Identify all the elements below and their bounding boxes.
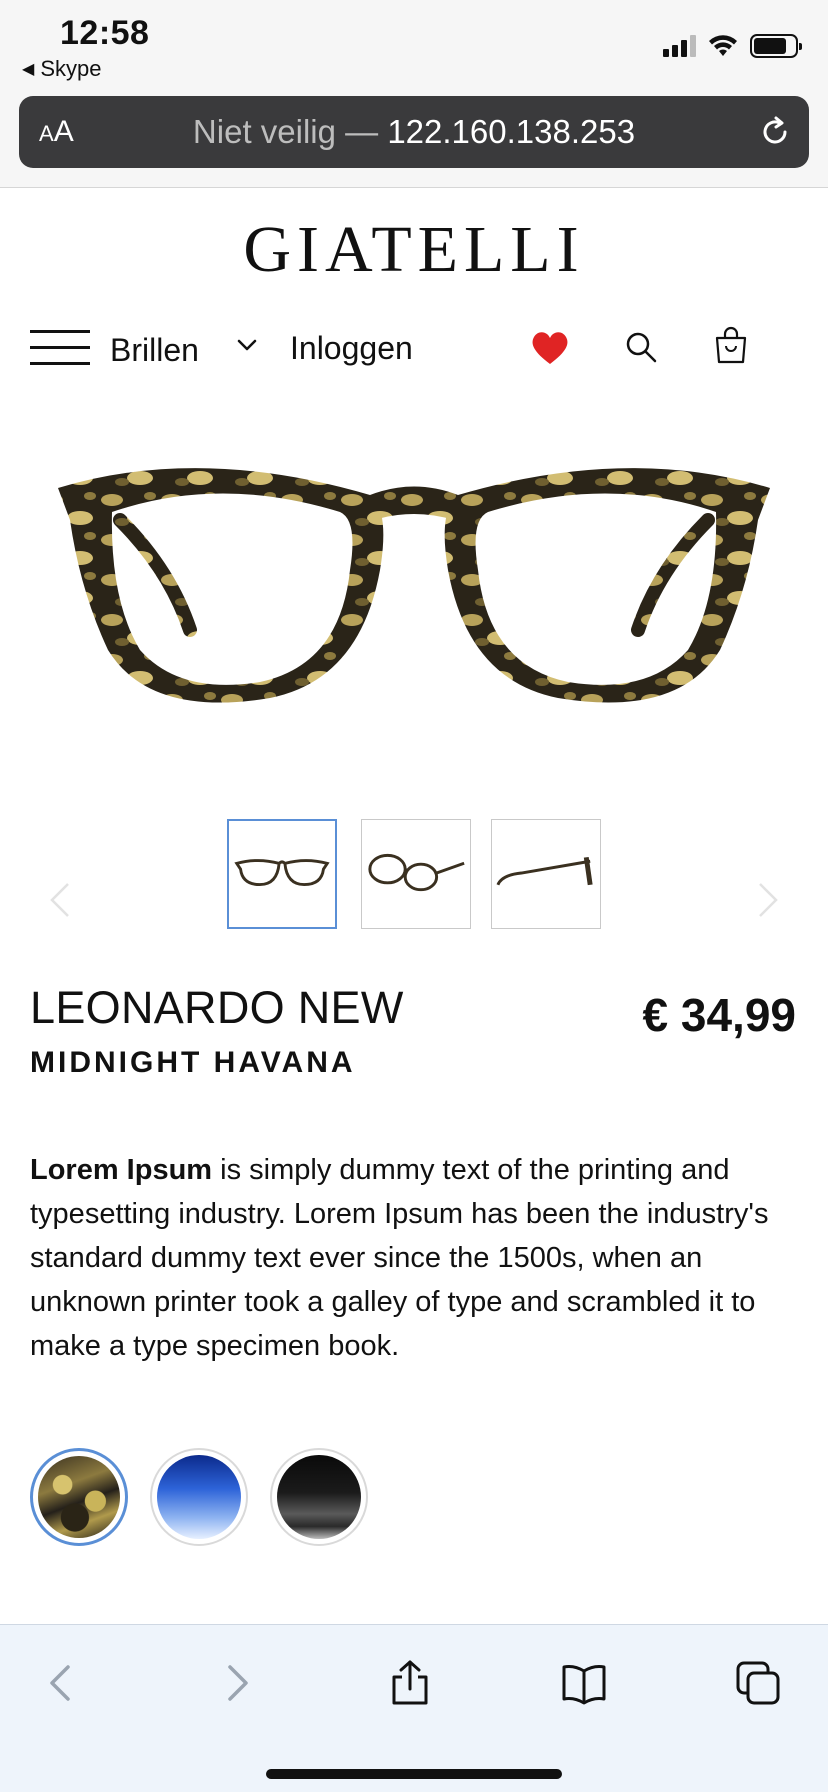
- security-label: Niet veilig —: [192, 113, 379, 150]
- site-logo[interactable]: GIATELLI: [0, 212, 828, 288]
- back-triangle-icon: ◀: [22, 61, 35, 78]
- glasses-front-thumbnail: [234, 859, 330, 887]
- thumbnail-next-arrow[interactable]: [756, 880, 780, 920]
- text-size-button[interactable]: AA: [39, 115, 74, 149]
- wifi-icon: [709, 35, 737, 56]
- back-to-app-link[interactable]: ◀ Skype: [22, 56, 101, 82]
- product-color-name: MIDNIGHT HAVANA: [30, 1046, 356, 1079]
- status-time: 12:58: [60, 14, 150, 52]
- url-text[interactable]: Niet veilig — 122.160.138.253: [19, 113, 809, 151]
- swatch-blue[interactable]: [150, 1448, 248, 1546]
- product-name: LEONARDO NEW: [30, 982, 404, 1033]
- thumbnail-angled[interactable]: [361, 819, 471, 929]
- thumbnail-prev-arrow[interactable]: [48, 880, 72, 920]
- browser-top-bar: AA Niet veilig — 122.160.138.253: [0, 90, 828, 188]
- product-price: € 34,99: [642, 989, 796, 1041]
- home-indicator[interactable]: [266, 1769, 562, 1779]
- battery-icon: [750, 34, 802, 58]
- bookmarks-icon[interactable]: [560, 1659, 608, 1707]
- tabs-icon[interactable]: [734, 1659, 782, 1707]
- thumbnail-side[interactable]: [491, 819, 601, 929]
- back-app-label: Skype: [40, 56, 102, 81]
- forward-icon[interactable]: [212, 1659, 260, 1707]
- swatch-black[interactable]: [270, 1448, 368, 1546]
- status-bar: 12:58 ◀ Skype: [0, 0, 828, 90]
- glasses-side-thumbnail: [496, 856, 593, 886]
- product-description: Lorem Ipsum is simply dummy text of the …: [30, 1148, 800, 1368]
- shopping-bag-icon[interactable]: [713, 326, 749, 364]
- hamburger-icon[interactable]: [30, 330, 90, 366]
- url-bar[interactable]: AA Niet veilig — 122.160.138.253: [19, 96, 809, 168]
- status-icons: [663, 34, 802, 58]
- browser-toolbar: [0, 1624, 828, 1792]
- thumbnail-front[interactable]: [227, 819, 337, 929]
- url-address: 122.160.138.253: [387, 113, 636, 150]
- login-link[interactable]: Inloggen: [290, 330, 413, 367]
- search-icon[interactable]: [624, 330, 658, 364]
- signal-icon: [663, 35, 696, 57]
- heart-icon[interactable]: [530, 330, 570, 366]
- site-nav: Brillen Inloggen: [0, 318, 828, 378]
- share-icon[interactable]: [386, 1659, 434, 1707]
- product-image: [58, 468, 770, 703]
- chevron-down-icon[interactable]: [236, 334, 258, 356]
- reload-icon[interactable]: [757, 114, 793, 150]
- glasses-angled-thumbnail: [368, 853, 465, 892]
- description-bold: Lorem Ipsum: [30, 1154, 213, 1186]
- swatch-havana[interactable]: [30, 1448, 128, 1546]
- nav-brillen[interactable]: Brillen: [110, 332, 199, 369]
- back-icon[interactable]: [38, 1659, 86, 1707]
